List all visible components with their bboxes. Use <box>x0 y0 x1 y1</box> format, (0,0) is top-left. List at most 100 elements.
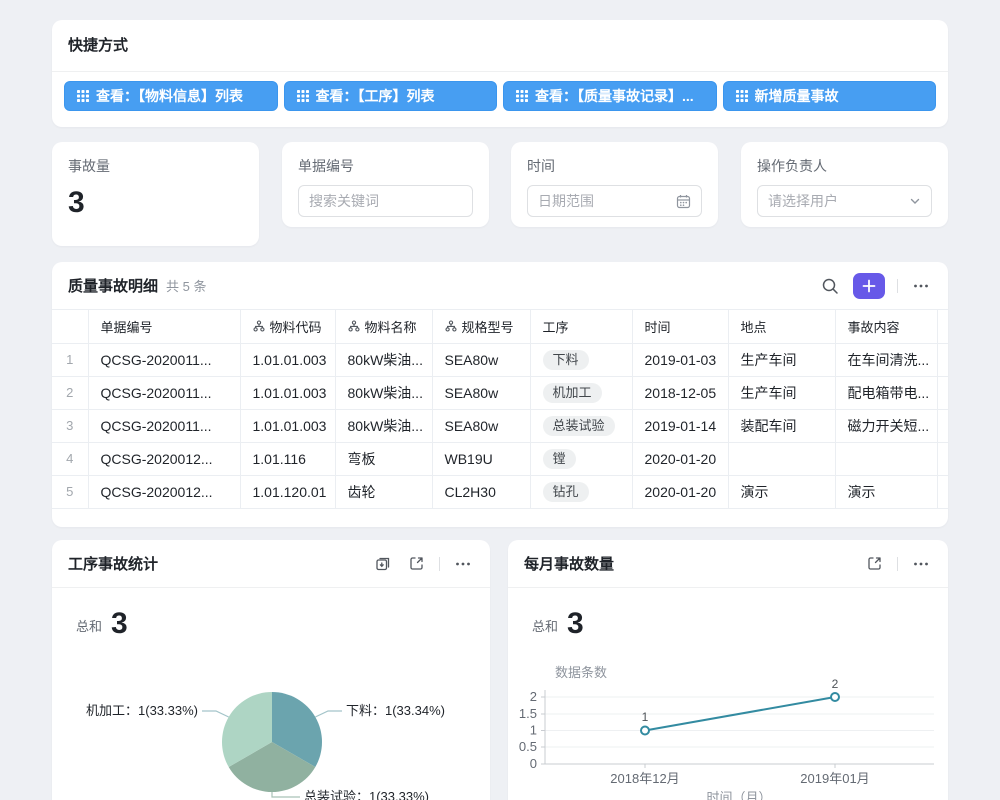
cell-doc-number: QCSG-2020011... <box>88 343 240 376</box>
header-time: 时间 <box>632 310 728 343</box>
add-record-button[interactable] <box>853 273 885 299</box>
row-index: 5 <box>52 475 88 508</box>
doc-number-label: 单据编号 <box>298 156 473 176</box>
cell-spec-model: SEA80w <box>432 409 530 442</box>
row-index: 3 <box>52 409 88 442</box>
table-row[interactable]: 3 QCSG-2020011... 1.01.01.003 80kW柴油... … <box>52 409 948 442</box>
shortcut-add-incident-button[interactable]: 新增质量事故 <box>723 81 937 111</box>
process-tag: 机加工 <box>543 383 602 403</box>
cell-doc-number: QCSG-2020011... <box>88 409 240 442</box>
shortcut-view-process-list-button[interactable]: 查看：【工序】列表 <box>284 81 498 111</box>
table-count: 共 5 条 <box>166 276 206 295</box>
header-material-code: 物料代码 <box>240 310 335 343</box>
grid-icon <box>736 90 748 102</box>
search-button[interactable] <box>819 275 841 297</box>
lookup-icon <box>445 320 457 332</box>
cell-doc-number: QCSG-2020012... <box>88 442 240 475</box>
pie-label-xialiao: 下料：1(33.34%) <box>346 703 445 718</box>
header-material-name: 物料名称 <box>335 310 432 343</box>
doc-number-filter-card: 单据编号 <box>282 142 489 227</box>
cell-material-code: 1.01.116 <box>240 442 335 475</box>
cell-process: 机加工 <box>530 376 632 409</box>
cell-time: 2019-01-14 <box>632 409 728 442</box>
cell-place: 生产车间 <box>728 343 835 376</box>
process-tag: 下料 <box>543 350 589 370</box>
pie-label-zongzhuangshiyan: 总装试验：1(33.33%) <box>304 789 429 800</box>
shortcut-label: 新增质量事故 <box>755 86 839 106</box>
y-tick: 0 <box>530 756 537 771</box>
cell-operator <box>937 376 948 409</box>
incident-count-card: 事故量 3 <box>52 142 259 246</box>
row-index: 2 <box>52 376 88 409</box>
process-tag: 总装试验 <box>543 416 615 436</box>
header-place: 地点 <box>728 310 835 343</box>
table-row[interactable]: 1 QCSG-2020011... 1.01.01.003 80kW柴油... … <box>52 343 948 376</box>
axes <box>541 690 934 768</box>
incident-table: 单据编号 物料代码 物料名称 规格型号 工序 时间 地点 事故内容 操作负责人 … <box>52 310 948 509</box>
shortcut-view-incident-records-button[interactable]: 查看：【质量事故记录】... <box>503 81 717 111</box>
shortcut-label: 查看：【工序】列表 <box>316 86 435 106</box>
cell-operator <box>937 343 948 376</box>
calendar-icon <box>676 194 691 209</box>
table-titlebar: 质量事故明细 共 5 条 <box>52 262 948 310</box>
doc-number-input[interactable] <box>309 193 462 209</box>
cell-content: 配电箱带电... <box>835 376 937 409</box>
grid-icon <box>77 90 89 102</box>
cell-material-code: 1.01.01.003 <box>240 376 335 409</box>
cell-time: 2020-01-20 <box>632 475 728 508</box>
plus-icon <box>862 279 876 293</box>
divider <box>897 279 898 293</box>
cell-spec-model: SEA80w <box>432 343 530 376</box>
shortcuts-title: 快捷方式 <box>52 20 948 72</box>
cell-doc-number: QCSG-2020012... <box>88 475 240 508</box>
cell-content: 磁力开关短... <box>835 409 937 442</box>
monthly-count-card: 每月事故数量 总和 3 数据条数 <box>508 540 948 800</box>
y-tick: 0.5 <box>519 739 537 754</box>
process-stats-card: 工序事故统计 总和 3 机加工：1(33.33%) 下料：1(33.34%) 总… <box>52 540 490 800</box>
cell-spec-model: WB19U <box>432 442 530 475</box>
cell-time: 2018-12-05 <box>632 376 728 409</box>
cell-material-code: 1.01.01.003 <box>240 343 335 376</box>
x-axis-title: 时间（月） <box>706 790 771 800</box>
data-point-dec2018[interactable] <box>641 727 649 735</box>
cell-spec-model: CL2H30 <box>432 475 530 508</box>
shortcut-view-material-list-button[interactable]: 查看：【物料信息】列表 <box>64 81 278 111</box>
chevron-down-icon <box>909 195 921 207</box>
point-label: 2 <box>832 677 839 691</box>
x-tick: 2019年01月 <box>800 771 869 786</box>
date-range-field[interactable] <box>527 185 702 217</box>
cell-time: 2019-01-03 <box>632 343 728 376</box>
cell-process: 总装试验 <box>530 409 632 442</box>
data-point-jan2019[interactable] <box>831 693 839 701</box>
grid-icon <box>297 90 309 102</box>
date-range-input[interactable] <box>538 193 670 209</box>
search-icon <box>821 277 839 295</box>
cell-doc-number: QCSG-2020011... <box>88 376 240 409</box>
table-row[interactable]: 4 QCSG-2020012... 1.01.116 弯板 WB19U 镗 20… <box>52 442 948 475</box>
operator-select[interactable] <box>757 185 932 217</box>
pie-chart: 机加工：1(33.33%) 下料：1(33.34%) 总装试验：1(33.33%… <box>52 540 490 800</box>
header-operator: 操作负责人 <box>937 310 948 343</box>
table-row[interactable]: 5 QCSG-2020012... 1.01.120.01 齿轮 CL2H30 … <box>52 475 948 508</box>
gridlines <box>545 697 934 747</box>
header-spec-model: 规格型号 <box>432 310 530 343</box>
table-row[interactable]: 2 QCSG-2020011... 1.01.01.003 80kW柴油... … <box>52 376 948 409</box>
operator-filter-card: 操作负责人 <box>741 142 948 227</box>
row-index: 1 <box>52 343 88 376</box>
process-tag: 钻孔 <box>543 482 589 502</box>
cell-process: 钻孔 <box>530 475 632 508</box>
operator-label: 操作负责人 <box>757 156 932 176</box>
line-chart: 数据条数 2 1.5 1 0.5 0 1 2 2018年12月 2019年0 <box>508 540 948 800</box>
cell-place: 演示 <box>728 475 835 508</box>
operator-select-input[interactable] <box>768 193 903 209</box>
lookup-icon <box>253 320 265 332</box>
pie-label-jijiagong: 机加工：1(33.33%) <box>86 703 198 718</box>
doc-number-field[interactable] <box>298 185 473 217</box>
incident-count-value: 3 <box>68 186 243 220</box>
grid-icon <box>516 90 528 102</box>
table-more-button[interactable] <box>910 275 932 297</box>
cell-operator <box>937 442 948 475</box>
row-index: 4 <box>52 442 88 475</box>
y-tick: 1 <box>530 723 537 738</box>
cell-spec-model: SEA80w <box>432 376 530 409</box>
